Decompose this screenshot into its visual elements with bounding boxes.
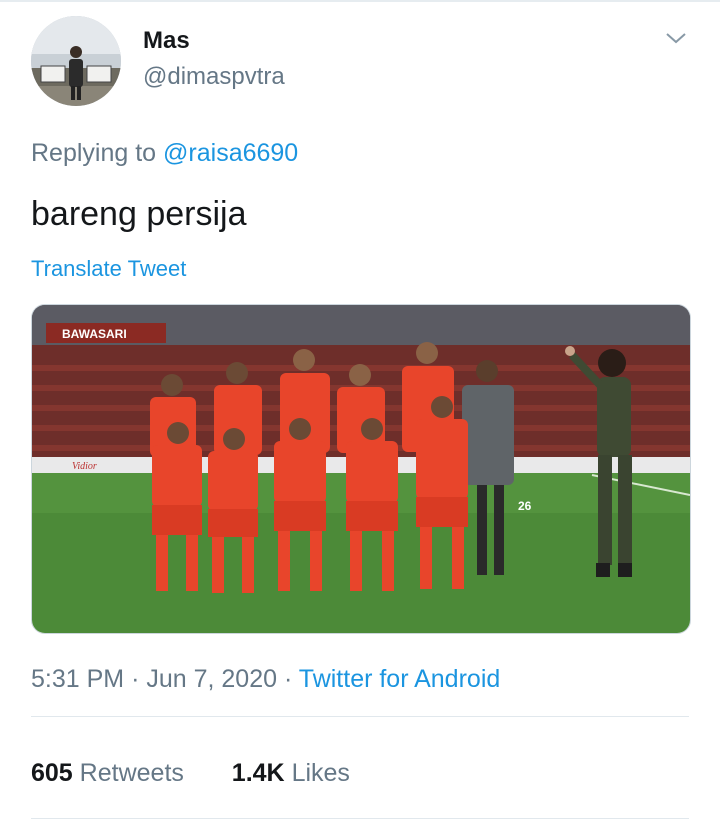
tweet-time[interactable]: 5:31 PM xyxy=(31,665,124,693)
jersey-number: 26 xyxy=(518,499,532,513)
retweets-stat[interactable]: 605 Retweets xyxy=(31,759,191,787)
replying-to: Replying to @raisa6690 xyxy=(31,139,298,168)
tweet-meta: 5:31 PM · Jun 7, 2020 · Twitter for Andr… xyxy=(31,665,500,694)
chevron-down-icon[interactable] xyxy=(664,26,688,50)
meta-separator: · xyxy=(283,665,293,693)
author-display-name[interactable]: Mas xyxy=(143,27,190,55)
tweet-date[interactable]: Jun 7, 2020 xyxy=(146,665,277,693)
divider xyxy=(31,818,689,819)
tweet-text: bareng persija xyxy=(31,195,247,233)
stadium-banner-text: BAWASARI xyxy=(62,327,127,341)
likes-label: Likes xyxy=(291,759,350,787)
likes-count: 1.4K xyxy=(231,759,285,787)
replying-to-label: Replying to xyxy=(31,139,157,167)
translate-tweet-link[interactable]: Translate Tweet xyxy=(31,256,186,282)
tweet-photo[interactable]: BAWASARI Vidior 26 xyxy=(31,304,691,634)
meta-separator: · xyxy=(131,665,140,693)
divider xyxy=(31,716,689,717)
retweets-count: 605 xyxy=(31,759,73,787)
avatar-photo xyxy=(31,16,121,106)
tweet-source-link[interactable]: Twitter for Android xyxy=(299,665,500,693)
engagement-stats: 605 Retweets 1.4K Likes xyxy=(31,759,350,788)
avatar[interactable] xyxy=(31,16,121,106)
team-photo-illustration: BAWASARI Vidior 26 xyxy=(32,305,690,633)
retweets-label: Retweets xyxy=(79,759,184,787)
ad-board-text: Vidior xyxy=(72,461,97,472)
top-border xyxy=(0,0,720,2)
likes-stat[interactable]: 1.4K Likes xyxy=(232,759,350,787)
author-handle[interactable]: @dimaspvtra xyxy=(143,63,285,91)
reply-mention-link[interactable]: @raisa6690 xyxy=(163,139,298,167)
